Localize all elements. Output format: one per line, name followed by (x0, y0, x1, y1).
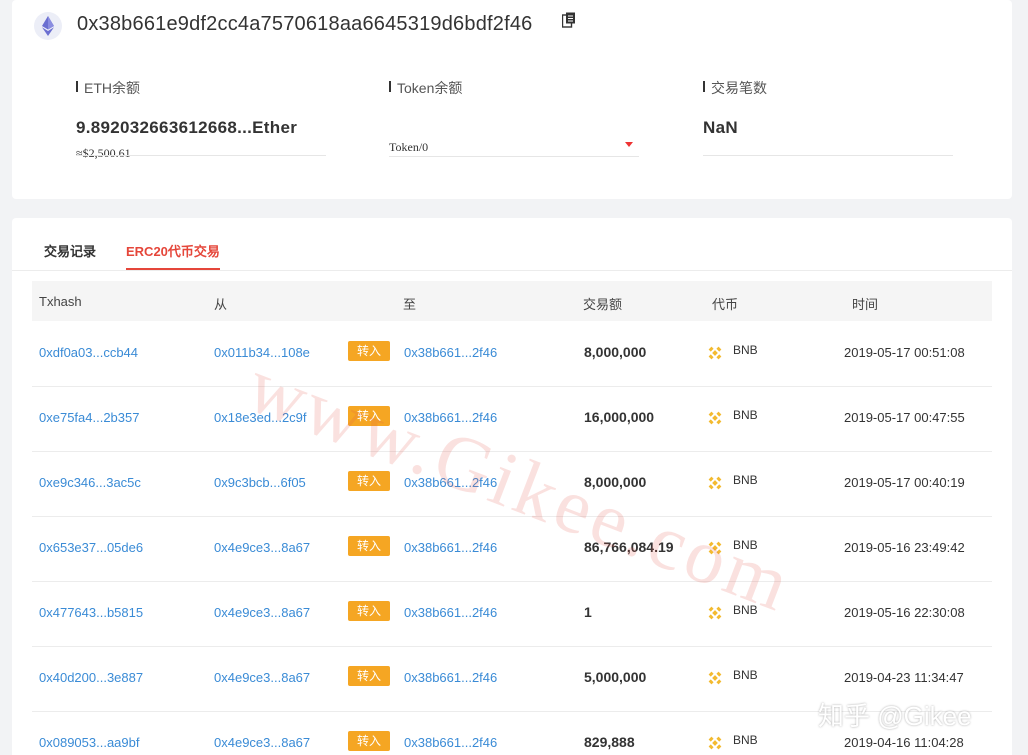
token-select[interactable]: Token/0 (389, 138, 639, 157)
tab-transactions[interactable]: 交易记录 (44, 241, 96, 260)
token-symbol: BNB (733, 538, 758, 552)
bnb-icon (708, 541, 722, 555)
to-address-link[interactable]: 0x38b661...2f46 (404, 670, 497, 685)
caret-down-icon (625, 142, 633, 147)
column-to: 至 (403, 297, 417, 312)
token-balance-label: Token余额 (389, 78, 462, 98)
direction-badge: 转入 (348, 406, 390, 426)
table-row: 0x40d200...3e887 0x4e9ce3...8a67 转入 0x38b66… (32, 646, 992, 712)
eth-balance-value: 9.892032663612668...Ether (76, 118, 298, 137)
tx-count-label: 交易笔数 (703, 78, 767, 98)
tx-hash-link[interactable]: 0xe9c346...3ac5c (39, 475, 141, 490)
column-time: 时间 (852, 297, 879, 312)
to-address-link[interactable]: 0x38b661...2f46 (404, 540, 497, 555)
tx-time: 2019-05-17 00:40:19 (844, 475, 965, 490)
table-row: 0x089053...aa9bf 0x4e9ce3...8a67 转入 0x38b66… (32, 711, 992, 755)
amount-value: 16,000,000 (584, 409, 655, 425)
tx-hash-link[interactable]: 0x40d200...3e887 (39, 670, 143, 685)
token-balance-stat: Token余额 (389, 78, 462, 98)
bnb-icon (708, 476, 722, 490)
tx-hash-link[interactable]: 0xdf0a03...ccb44 (39, 345, 138, 360)
copy-icon[interactable] (561, 12, 576, 28)
bnb-icon (708, 736, 722, 750)
tx-count-value: NaN (703, 118, 738, 137)
amount-value: 86,766,084.19 (584, 539, 674, 555)
to-address-link[interactable]: 0x38b661...2f46 (404, 605, 497, 620)
direction-badge: 转入 (348, 601, 390, 621)
tx-count-stat: 交易笔数 NaN (703, 78, 767, 138)
tx-hash-link[interactable]: 0x653e37...05de6 (39, 540, 143, 555)
from-address-link[interactable]: 0x18e3ed...2c9f (214, 410, 307, 425)
from-address-link[interactable]: 0x4e9ce3...8a67 (214, 735, 310, 750)
to-address-link[interactable]: 0x38b661...2f46 (404, 410, 497, 425)
wallet-address: 0x38b661e9df2cc4a7570618aa6645319d6bdf2f… (77, 13, 533, 35)
tx-hash-link[interactable]: 0x477643...b5815 (39, 605, 143, 620)
bnb-icon (708, 671, 722, 685)
column-txhash: Txhash (39, 294, 82, 309)
direction-badge: 转入 (348, 536, 390, 556)
tx-hash-link[interactable]: 0xe75fa4...2b357 (39, 410, 139, 425)
token-symbol: BNB (733, 473, 758, 487)
tx-hash-link[interactable]: 0x089053...aa9bf (39, 735, 139, 750)
eth-balance-stat: ETH余额 9.892032663612668...Ether ≈$2,500.… (76, 78, 297, 161)
table-row: 0x477643...b5815 0x4e9ce3...8a67 转入 0x38b66… (32, 581, 992, 647)
to-address-link[interactable]: 0x38b661...2f46 (404, 475, 497, 490)
tab-bar: 交易记录 ERC20代币交易 (12, 218, 1012, 271)
tab-erc20-transfers[interactable]: ERC20代币交易 (126, 241, 220, 270)
table-row: 0x653e37...05de6 0x4e9ce3...8a67 转入 0x38b66… (32, 516, 992, 582)
token-symbol: BNB (733, 603, 758, 617)
direction-badge: 转入 (348, 471, 390, 491)
ethereum-icon (34, 12, 62, 40)
eth-balance-usd: ≈$2,500.61 (76, 146, 131, 160)
direction-badge: 转入 (348, 666, 390, 686)
to-address-link[interactable]: 0x38b661...2f46 (404, 345, 497, 360)
direction-badge: 转入 (348, 341, 390, 361)
from-address-link[interactable]: 0x4e9ce3...8a67 (214, 605, 310, 620)
tx-time: 2019-04-23 11:34:47 (844, 670, 964, 685)
direction-badge: 转入 (348, 731, 390, 751)
to-address-link[interactable]: 0x38b661...2f46 (404, 735, 497, 750)
tx-time: 2019-05-16 23:49:42 (844, 540, 965, 555)
tx-time: 2019-05-16 22:30:08 (844, 605, 965, 620)
table-row: 0xdf0a03...ccb44 0x011b34...108e 转入 0x38b66… (32, 321, 992, 387)
from-address-link[interactable]: 0x4e9ce3...8a67 (214, 540, 310, 555)
from-address-link[interactable]: 0x4e9ce3...8a67 (214, 670, 310, 685)
bnb-icon (708, 606, 722, 620)
bnb-icon (708, 411, 722, 425)
amount-value: 829,888 (584, 734, 635, 750)
bnb-icon (708, 346, 722, 360)
tx-time: 2019-05-17 00:47:55 (844, 410, 965, 425)
transactions-card: 交易记录 ERC20代币交易 Txhash 从 至 交易额 代币 时间 0xdf… (12, 218, 1012, 755)
token-symbol: BNB (733, 343, 758, 357)
eth-balance-label: ETH余额 (76, 78, 297, 98)
amount-value: 8,000,000 (584, 344, 647, 360)
token-select-value: Token/0 (389, 140, 429, 154)
token-symbol: BNB (733, 733, 758, 747)
amount-value: 5,000,000 (584, 669, 647, 685)
divider (76, 155, 326, 156)
amount-value: 8,000,000 (584, 474, 647, 490)
amount-value: 1 (584, 604, 592, 620)
from-address-link[interactable]: 0x9c3bcb...6f05 (214, 475, 306, 490)
column-amount: 交易额 (583, 297, 623, 312)
column-token: 代币 (712, 297, 739, 312)
table-row: 0xe9c346...3ac5c 0x9c3bcb...6f05 转入 0x38b66… (32, 451, 992, 517)
column-from: 从 (214, 297, 228, 312)
table-row: 0xe75fa4...2b357 0x18e3ed...2c9f 转入 0x38b66… (32, 386, 992, 452)
token-symbol: BNB (733, 668, 758, 682)
token-symbol: BNB (733, 408, 758, 422)
tx-time: 2019-05-17 00:51:08 (844, 345, 965, 360)
tx-time: 2019-04-16 11:04:28 (844, 735, 964, 750)
from-address-link[interactable]: 0x011b34...108e (214, 345, 310, 360)
table-header: Txhash 从 至 交易额 代币 时间 (32, 281, 992, 321)
divider (703, 155, 953, 156)
